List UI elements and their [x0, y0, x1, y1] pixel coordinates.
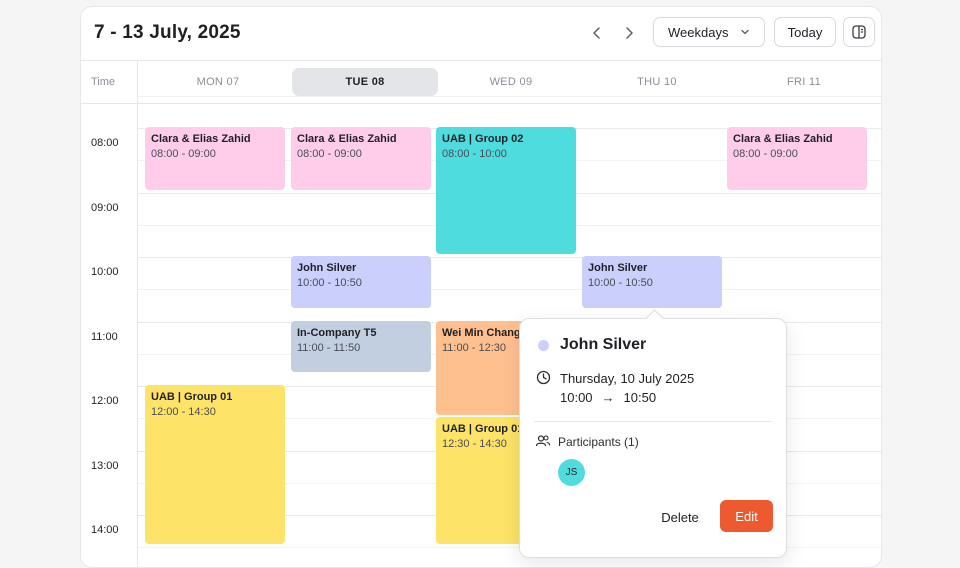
edit-button[interactable]: Edit: [720, 500, 773, 532]
calendar-event[interactable]: UAB | Group 02 08:00 - 10:00: [436, 127, 576, 254]
calendar-event[interactable]: John Silver 10:00 - 10:50: [291, 256, 431, 308]
time-column-label: Time: [91, 76, 116, 88]
hour-label: 14:00: [91, 524, 119, 536]
participants-icon: [535, 435, 551, 447]
event-title: UAB | Group 02: [442, 133, 524, 145]
participant-avatar[interactable]: JS: [558, 459, 585, 486]
event-time: 08:00 - 09:00: [297, 148, 362, 160]
popover-title: John Silver: [560, 336, 647, 353]
participants-label: Participants (1): [558, 435, 639, 449]
calendar-header: 7 - 13 July, 2025 Weekdays Today: [81, 7, 881, 61]
popover-end-time: 10:50: [623, 390, 657, 405]
grid-line: [138, 96, 881, 97]
popover-time-range: 10:00 → 10:50: [560, 390, 656, 405]
sidebar-panel-icon: [852, 25, 866, 39]
popover-start-time: 10:00: [560, 390, 593, 405]
popover-divider: [534, 421, 772, 422]
event-time: 10:00 - 10:50: [297, 277, 362, 289]
day-column-header[interactable]: WED 09: [438, 68, 584, 96]
clock-icon: [536, 370, 551, 385]
calendar-event[interactable]: John Silver 10:00 - 10:50: [582, 256, 722, 308]
event-title: John Silver: [588, 262, 648, 274]
calendar-event[interactable]: In-Company T5 11:00 - 11:50: [291, 320, 431, 373]
calendar-event[interactable]: UAB | Group 01 12:00 - 14:30: [145, 385, 285, 545]
chevron-down-icon: [741, 29, 749, 35]
view-select[interactable]: Weekdays: [653, 17, 765, 47]
day-column-header[interactable]: THU 10: [584, 68, 730, 96]
hour-label: 09:00: [91, 201, 119, 214]
event-title: In-Company T5: [297, 326, 377, 339]
event-title: UAB | Group 01: [151, 391, 233, 403]
event-details-popover: John Silver Thursday, 10 July 2025 10:00…: [519, 309, 787, 558]
next-week-button[interactable]: [619, 23, 639, 43]
event-title: Clara & Elias Zahid: [297, 133, 397, 145]
hour-label: 11:00: [91, 330, 118, 343]
popover-date: Thursday, 10 July 2025: [560, 371, 695, 386]
chevron-left-icon: [593, 27, 600, 39]
calendar-event[interactable]: Clara & Elias Zahid 08:00 - 09:00: [291, 127, 431, 190]
event-time: 08:00 - 10:00: [442, 148, 507, 160]
today-button[interactable]: Today: [774, 17, 836, 47]
view-select-value: Weekdays: [668, 24, 729, 40]
hour-label: 10:00: [91, 266, 119, 278]
hour-label: 13:00: [91, 459, 119, 472]
event-title: Clara & Elias Zahid: [151, 133, 251, 145]
previous-week-button[interactable]: [587, 23, 607, 43]
event-time: 11:00 - 11:50: [297, 341, 361, 354]
delete-button[interactable]: Delete: [650, 501, 710, 533]
day-column-header[interactable]: MON 07: [145, 68, 291, 96]
event-title: Clara & Elias Zahid: [733, 133, 833, 145]
day-column-header[interactable]: FRI 11: [731, 68, 877, 96]
chevron-right-icon: [626, 27, 633, 39]
toggle-panel-button[interactable]: [843, 17, 875, 47]
event-color-dot: [538, 340, 549, 351]
calendar-event[interactable]: Clara & Elias Zahid 08:00 - 09:00: [145, 127, 285, 190]
day-header-row: Time MON 07 TUE 08 WED 09 THU 10 FRI 11: [81, 60, 881, 104]
hour-grid-line: [138, 257, 881, 258]
half-hour-grid-line: [138, 289, 881, 291]
event-time: 12:00 - 14:30: [151, 406, 216, 418]
hour-label: 12:00: [91, 395, 119, 407]
arrow-right-icon: →: [601, 390, 615, 405]
event-time: 08:00 - 09:00: [733, 148, 798, 160]
event-time: 10:00 - 10:50: [588, 277, 653, 289]
day-column-header[interactable]: TUE 08: [292, 68, 438, 96]
date-range-title: 7 - 13 July, 2025: [94, 22, 241, 43]
event-title: John Silver: [297, 262, 357, 274]
event-time: 08:00 - 09:00: [151, 148, 216, 160]
calendar-event[interactable]: Clara & Elias Zahid 08:00 - 09:00: [727, 127, 867, 190]
hour-label: 08:00: [91, 137, 119, 149]
